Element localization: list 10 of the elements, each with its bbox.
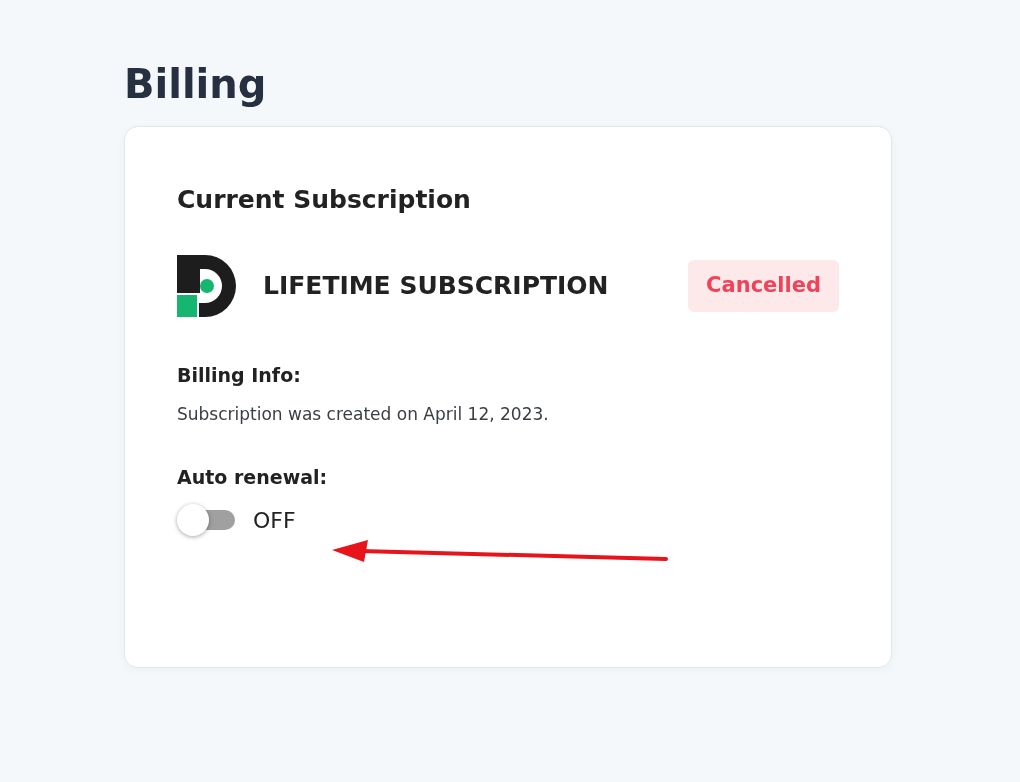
page-title: Billing [124,60,267,109]
billing-info-text: Subscription was created on April 12, 2023. [177,402,550,426]
auto-renewal-label: Auto renewal: [177,465,328,490]
billing-info-label: Billing Info: [177,363,301,388]
status-badge: Cancelled [688,260,839,312]
card-title: Current Subscription [177,184,471,216]
logo-icon [177,255,237,317]
auto-renewal-state: OFF [253,506,296,535]
plan-name: LIFETIME SUBSCRIPTION [263,270,609,303]
auto-renewal-toggle[interactable] [177,504,235,536]
